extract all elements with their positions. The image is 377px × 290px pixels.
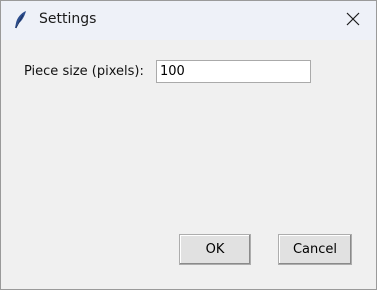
close-button[interactable] (330, 1, 376, 40)
piece-size-label: Piece size (pixels): (24, 64, 144, 79)
dialog-body: Piece size (pixels): OK Cancel (1, 40, 376, 289)
settings-dialog: Settings Piece size (pixels): OK Cancel (0, 0, 377, 290)
piece-size-input[interactable] (156, 60, 311, 83)
ok-button[interactable]: OK (179, 234, 251, 265)
cancel-button-label: Cancel (292, 242, 338, 257)
feather-icon (12, 10, 28, 30)
window-title: Settings (39, 11, 97, 27)
cancel-button[interactable]: Cancel (278, 234, 352, 265)
close-icon (346, 11, 360, 30)
ok-button-label: OK (205, 242, 225, 257)
title-bar[interactable]: Settings (1, 1, 376, 40)
